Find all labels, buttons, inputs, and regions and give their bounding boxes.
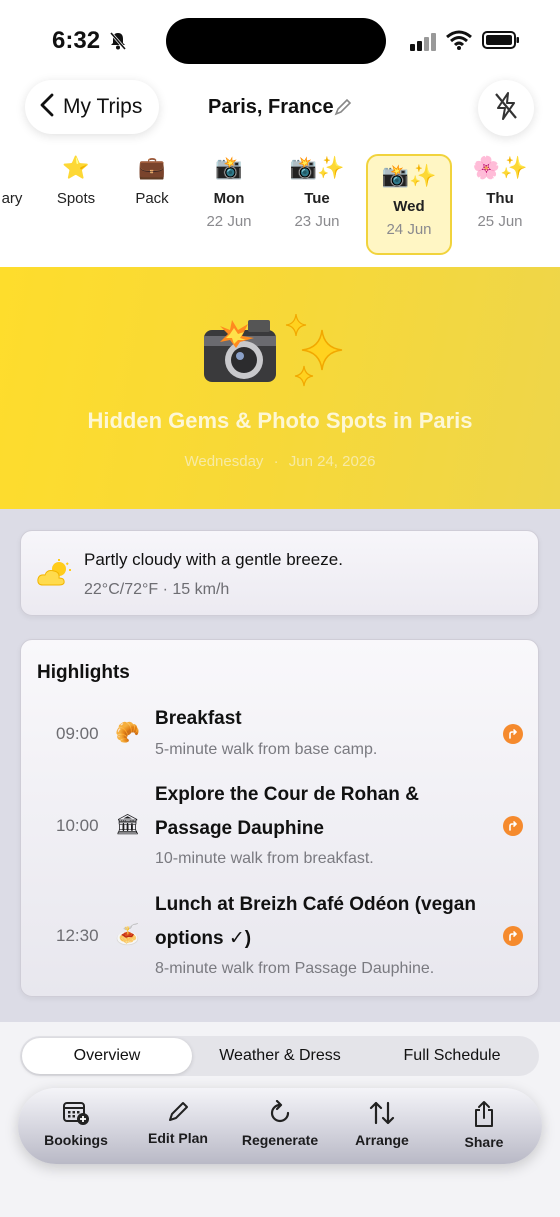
regenerate-button[interactable]: Regenerate [230,1088,330,1164]
partly-cloudy-icon [37,559,73,592]
croissant-icon: 🥐 [115,720,140,744]
back-label: My Trips [63,95,143,118]
segment-weather-dress[interactable]: Weather & Dress [194,1036,366,1076]
hero-icons [0,312,560,392]
highlight-item[interactable]: 09:00 🥐 Breakfast 5-minute walk from bas… [21,704,540,764]
weather-temp-wind: 22°C/72°F · 15 km/h [84,581,230,598]
refresh-icon [230,1100,330,1126]
view-segmented-control[interactable]: Overview Weather & Dress Full Schedule [20,1036,539,1076]
chevron-left-icon [39,93,55,122]
highlight-subtitle: 5-minute walk from base camp. [155,741,378,758]
tab-day-wed[interactable]: 📸✨ Wed 24 Jun [366,154,452,255]
highlight-subtitle: 8-minute walk from Passage Dauphine. [155,960,435,977]
segment-overview[interactable]: Overview [22,1038,192,1074]
flash-off-button[interactable] [478,80,534,136]
highlight-time: 10:00 [56,816,99,835]
action-toolbar: Bookings Edit Plan Regenerate Arrange Sh… [18,1088,542,1164]
arrange-button[interactable]: Arrange [332,1088,432,1164]
camera-flash-icon [204,320,276,382]
day-hero-banner: Hidden Gems & Photo Spots in Paris Wedne… [0,267,560,509]
full-date: Jun 24, 2026 [288,453,376,470]
share-icon [434,1100,534,1128]
flash-off-icon [493,91,519,126]
cellular-signal-icon [410,33,438,56]
highlight-title: Explore the Cour de Rohan & Passage Daup… [155,784,419,839]
status-time: 6:32 [52,27,101,54]
camera-flash-icon: 📸 [215,156,243,181]
directions-arrow-icon[interactable] [503,816,523,836]
highlight-subtitle: 10-minute walk from breakfast. [155,850,374,867]
tab-label: Mon [213,190,245,207]
blossom-sparkles-icon: 🌸✨ [472,156,528,181]
spaghetti-icon: 🍝 [115,922,140,946]
highlight-title: Lunch at Breizh Café Odéon (vegan option… [155,894,476,949]
pencil-icon [128,1100,228,1124]
wifi-icon [446,30,472,55]
bookings-button[interactable]: Bookings [26,1088,126,1164]
date-separator: · [273,453,279,470]
weather-card[interactable]: Partly cloudy with a gentle breeze. 22°C… [20,530,539,616]
regenerate-label: Regenerate [241,1132,319,1148]
tab-day-thu[interactable]: 🌸✨ Thu 25 Jun [466,154,534,230]
tab-label: ary [1,190,23,207]
star-icon: ⭐ [62,156,90,181]
tab-date: 24 Jun [386,221,432,238]
tab-emoji [0,154,32,184]
highlight-time: 09:00 [56,724,99,743]
highlight-title: Breakfast [155,708,242,729]
tab-label: Tue [304,190,330,207]
highlight-item[interactable]: 10:00 🏛 Explore the Cour de Rohan & Pass… [21,778,540,872]
sort-arrows-icon [332,1100,432,1126]
share-label: Share [464,1134,504,1150]
battery-icon [482,31,520,54]
tab-label: Thu [486,190,514,207]
pencil-icon[interactable] [334,98,352,121]
tab-day-mon[interactable]: 📸 Mon 22 Jun [200,154,258,230]
back-to-my-trips-button[interactable]: My Trips [25,80,159,134]
status-bar: 6:32 [0,0,560,80]
day-date-line: Wednesday · Jun 24, 2026 [0,453,560,470]
calendar-add-icon [26,1100,126,1126]
dynamic-island [166,18,386,64]
edit-plan-label: Edit Plan [148,1130,208,1146]
tab-date: 25 Jun [477,213,523,230]
navigation-bar: My Trips Paris, France [0,80,560,150]
weekday: Wednesday [184,453,264,470]
highlight-item[interactable]: 12:30 🍝 Lunch at Breizh Café Odéon (vega… [21,888,540,982]
arrange-label: Arrange [355,1132,409,1148]
suitcase-icon: 💼 [138,156,166,181]
share-button[interactable]: Share [434,1088,534,1164]
segment-full-schedule[interactable]: Full Schedule [366,1036,538,1076]
trip-title[interactable]: Paris, France [208,96,334,119]
tab-date: 22 Jun [206,213,252,230]
day-theme-title: Hidden Gems & Photo Spots in Paris [87,408,473,433]
tab-day-tue[interactable]: 📸✨ Tue 23 Jun [282,154,352,230]
edit-plan-button[interactable]: Edit Plan [128,1088,228,1164]
tab-label: Spots [56,190,96,207]
camera-sparkles-icon: 📸✨ [289,156,345,181]
camera-sparkles-icon: 📸✨ [381,164,437,189]
highlights-card: Highlights 09:00 🥐 Breakfast 5-minute wa… [20,639,539,997]
weather-description: Partly cloudy with a gentle breeze. [84,550,343,569]
highlight-time: 12:30 [56,926,99,945]
directions-arrow-icon[interactable] [503,724,523,744]
tab-pack[interactable]: 💼 Pack [126,154,178,207]
bookings-label: Bookings [44,1132,108,1148]
sparkles-icon [285,313,343,387]
tab-label: Wed [393,198,425,215]
bell-muted-icon [108,31,128,56]
tab-label: Pack [135,190,169,207]
directions-arrow-icon[interactable] [503,926,523,946]
highlights-title: Highlights [37,662,130,683]
classical-building-icon: 🏛 [115,812,141,836]
tab-itinerary[interactable]: ary [0,154,32,207]
tab-date: 23 Jun [294,213,340,230]
day-tab-strip[interactable]: ary ⭐ Spots 💼 Pack 📸 Mon 22 Jun 📸✨ Tue 2… [0,150,560,267]
tab-spots[interactable]: ⭐ Spots [50,154,102,207]
